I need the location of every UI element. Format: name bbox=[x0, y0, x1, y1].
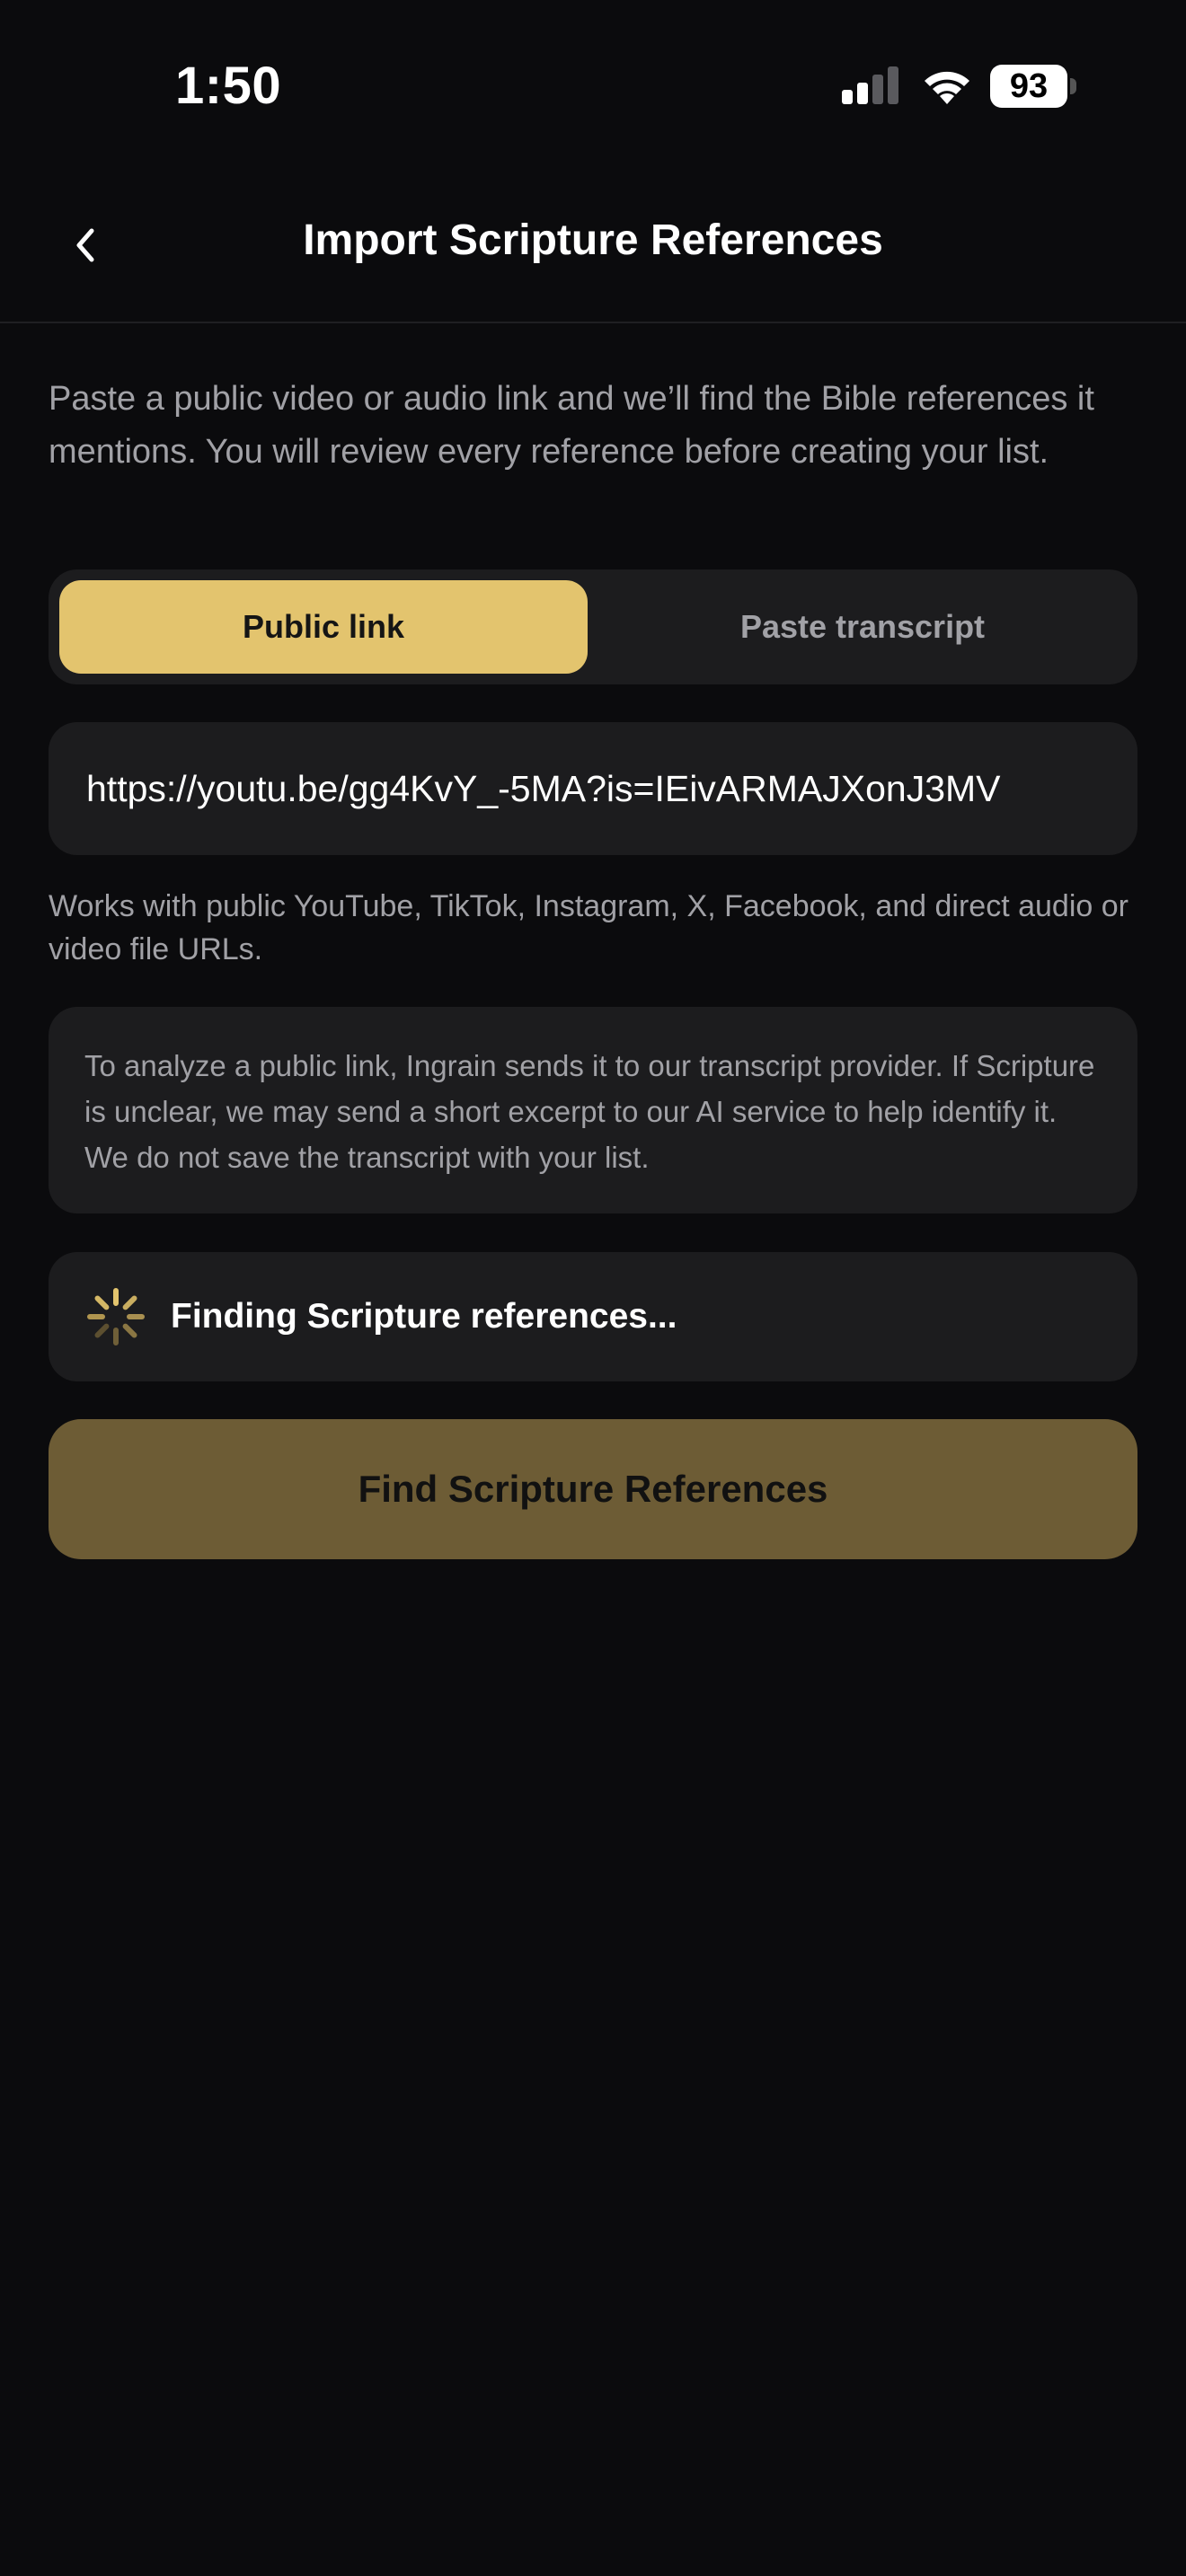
spinner-icon bbox=[87, 1288, 145, 1345]
privacy-notice: To analyze a public link, Ingrain sends … bbox=[49, 1007, 1137, 1213]
status-bar: 1:50 93 bbox=[0, 0, 1186, 180]
chevron-left-icon bbox=[76, 228, 94, 262]
intro-section: Paste a public video or audio link and w… bbox=[49, 373, 1137, 479]
battery-cap bbox=[1070, 78, 1076, 94]
supported-sources-hint: Works with public YouTube, TikTok, Insta… bbox=[49, 889, 1128, 966]
tab-public-link[interactable]: Public link bbox=[59, 580, 588, 674]
page-title: Import Scripture References bbox=[303, 216, 883, 264]
navigation-bar: Import Scripture References bbox=[0, 180, 1186, 323]
back-button[interactable] bbox=[54, 214, 117, 277]
progress-status: Finding Scripture references... bbox=[49, 1252, 1137, 1381]
intro-text: Paste a public video or audio link and w… bbox=[49, 380, 1094, 471]
battery-indicator: 93 bbox=[990, 65, 1076, 108]
tab-paste-transcript[interactable]: Paste transcript bbox=[598, 580, 1127, 674]
cellular-signal-icon bbox=[842, 66, 898, 104]
url-input[interactable]: https://youtu.be/gg4KvY_-5MA?is=IEivARMA… bbox=[49, 722, 1137, 855]
wifi-icon bbox=[925, 71, 969, 104]
source-segmented-control: Public link Paste transcript bbox=[49, 569, 1137, 684]
battery-level: 93 bbox=[990, 65, 1067, 108]
progress-text: Finding Scripture references... bbox=[171, 1297, 677, 1336]
find-scripture-references-button[interactable]: Find Scripture References bbox=[49, 1419, 1137, 1559]
status-time: 1:50 bbox=[175, 57, 282, 115]
